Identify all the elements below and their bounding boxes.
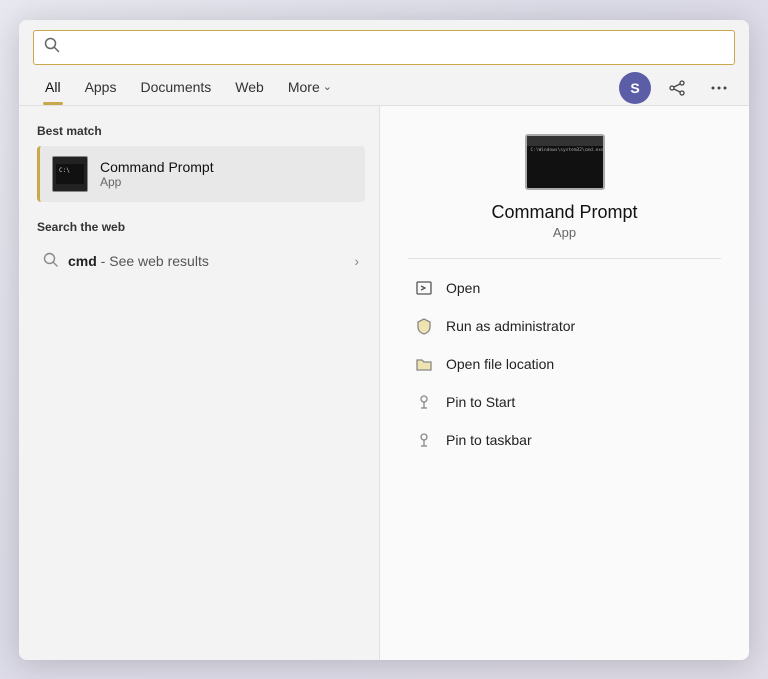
open-location-label: Open file location [446,356,554,372]
search-icon [44,37,60,58]
action-open[interactable]: Open [408,269,721,307]
app-preview-icon [525,134,605,190]
search-input[interactable]: cmd [68,39,724,56]
chevron-down-icon: ⌄ [323,80,332,93]
action-list: Open Run as administrator [408,269,721,459]
pin-start-label: Pin to Start [446,394,515,410]
best-match-name: Command Prompt [100,159,214,175]
best-match-item[interactable]: Command Prompt App [37,146,365,202]
folder-icon [414,354,434,374]
best-match-type: App [100,175,214,189]
web-search-item[interactable]: cmd - See web results › [37,244,365,278]
cmd-app-icon [52,156,88,192]
main-content: Best match Command Prompt App Search the… [19,106,749,660]
action-run-admin[interactable]: Run as administrator [408,307,721,345]
share-icon-button[interactable] [661,72,693,104]
run-admin-label: Run as administrator [446,318,575,334]
app-preview: Command Prompt App [408,134,721,259]
app-preview-type: App [553,225,576,240]
open-label: Open [446,280,480,296]
search-panel: cmd All Apps Documents Web More ⌄ S [19,20,749,660]
best-match-title: Best match [37,124,365,138]
search-web-title: Search the web [37,220,365,234]
tabs-row: All Apps Documents Web More ⌄ S [19,71,749,106]
pin-taskbar-label: Pin to taskbar [446,432,532,448]
tab-more[interactable]: More ⌄ [276,71,344,105]
action-open-location[interactable]: Open file location [408,345,721,383]
tab-web[interactable]: Web [223,71,276,105]
right-panel: Command Prompt App Open [379,106,749,660]
web-search-icon [43,252,58,270]
search-bar-row: cmd [19,20,749,71]
tab-all[interactable]: All [33,71,73,105]
open-icon [414,278,434,298]
shield-icon [414,316,434,336]
search-bar: cmd [33,30,735,65]
more-options-button[interactable] [703,72,735,104]
user-avatar-button[interactable]: S [619,72,651,104]
chevron-right-icon: › [354,253,359,269]
pin-taskbar-icon [414,430,434,450]
action-pin-taskbar[interactable]: Pin to taskbar [408,421,721,459]
tab-apps[interactable]: Apps [73,71,129,105]
app-preview-name: Command Prompt [491,202,637,223]
left-panel: Best match Command Prompt App Search the… [19,106,379,660]
tabs-icons: S [619,72,735,104]
action-pin-start[interactable]: Pin to Start [408,383,721,421]
pin-start-icon [414,392,434,412]
best-match-text: Command Prompt App [100,159,214,189]
tab-documents[interactable]: Documents [128,71,223,105]
web-search-text: cmd - See web results [68,253,209,269]
